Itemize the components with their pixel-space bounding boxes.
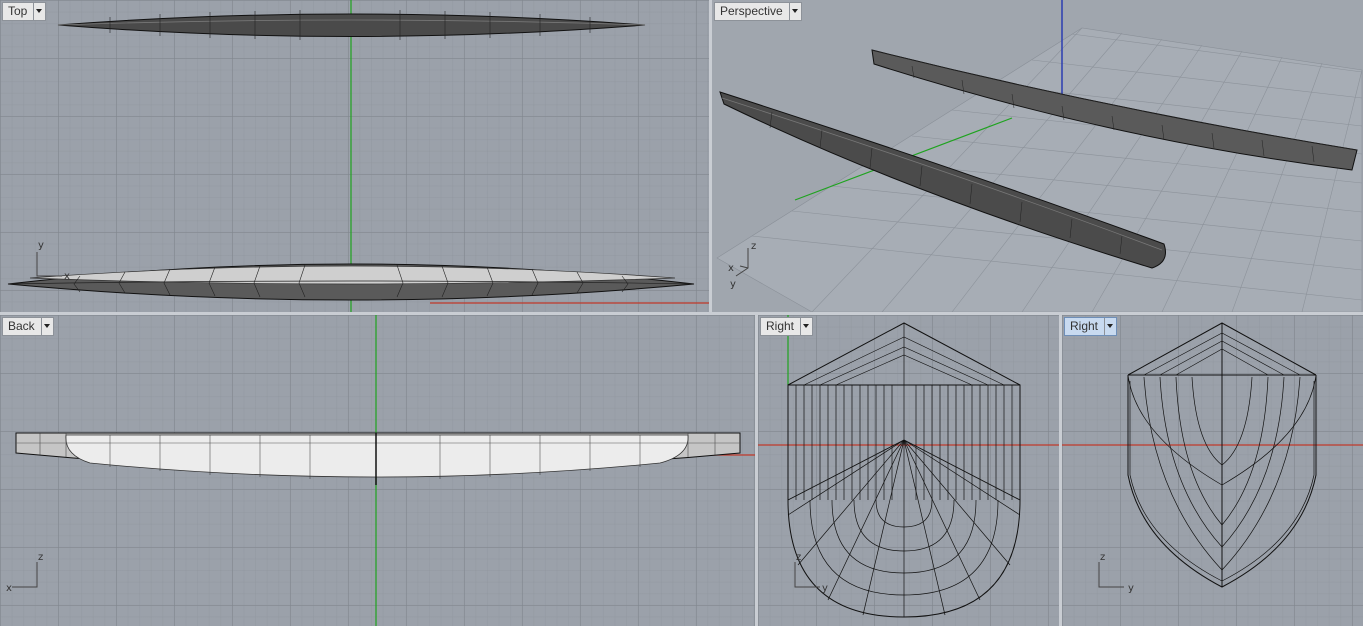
chevron-down-icon[interactable]	[40, 318, 53, 335]
viewport-title-right-1: Right	[766, 319, 795, 333]
svg-text:y: y	[38, 240, 44, 251]
axis-indicator-top: y x	[36, 240, 70, 282]
hull-top-upper[interactable]	[57, 10, 646, 40]
axis-indicator-right-2: z y	[1098, 552, 1134, 594]
svg-text:y: y	[730, 279, 736, 290]
hull-back-profile[interactable]	[15, 432, 741, 485]
viewport-title-back: Back	[8, 319, 35, 333]
chevron-down-icon[interactable]	[800, 318, 812, 335]
svg-text:z: z	[796, 552, 801, 563]
top-view-canvas[interactable]: y x	[0, 0, 709, 312]
svg-text:z: z	[38, 552, 43, 563]
viewport-label-right-1[interactable]: Right	[760, 317, 814, 336]
viewport-title-top: Top	[8, 4, 28, 18]
chevron-down-icon[interactable]	[788, 3, 801, 20]
right-view-canvas-2[interactable]: z y	[1062, 315, 1363, 626]
back-view-canvas[interactable]: z x	[0, 315, 755, 626]
axis-indicator-back: z x	[6, 552, 43, 594]
hull-section-vee[interactable]	[1127, 322, 1317, 588]
svg-text:z: z	[1100, 552, 1105, 563]
viewport-right-1[interactable]: Right z y	[758, 315, 1059, 626]
perspective-grid	[716, 27, 1363, 312]
viewport-label-right-2[interactable]: Right	[1064, 317, 1118, 336]
chevron-down-icon[interactable]	[1104, 318, 1116, 335]
viewport-title-right-2: Right	[1070, 319, 1099, 333]
hull-section-round[interactable]	[787, 322, 1021, 618]
svg-text:x: x	[6, 583, 12, 594]
viewport-top[interactable]: Top y x	[0, 0, 709, 312]
svg-text:x: x	[64, 271, 70, 282]
perspective-view-canvas[interactable]: z x y	[712, 0, 1363, 312]
svg-text:z: z	[751, 241, 756, 252]
viewport-perspective[interactable]: Perspective z x y	[712, 0, 1363, 312]
viewport-label-back[interactable]: Back	[2, 317, 54, 336]
viewport-label-top[interactable]: Top	[2, 2, 47, 21]
viewport-title-perspective: Perspective	[720, 4, 783, 18]
chevron-down-icon[interactable]	[33, 3, 45, 20]
hull-top-lower[interactable]	[7, 263, 695, 301]
svg-text:y: y	[1128, 583, 1134, 594]
viewport-right-2[interactable]: Right z y	[1062, 315, 1363, 626]
svg-text:y: y	[822, 583, 828, 594]
right-view-canvas-1[interactable]: z y	[758, 315, 1059, 626]
viewport-back[interactable]: Back z x	[0, 315, 755, 626]
viewport-label-perspective[interactable]: Perspective	[714, 2, 802, 21]
svg-text:x: x	[728, 263, 734, 274]
